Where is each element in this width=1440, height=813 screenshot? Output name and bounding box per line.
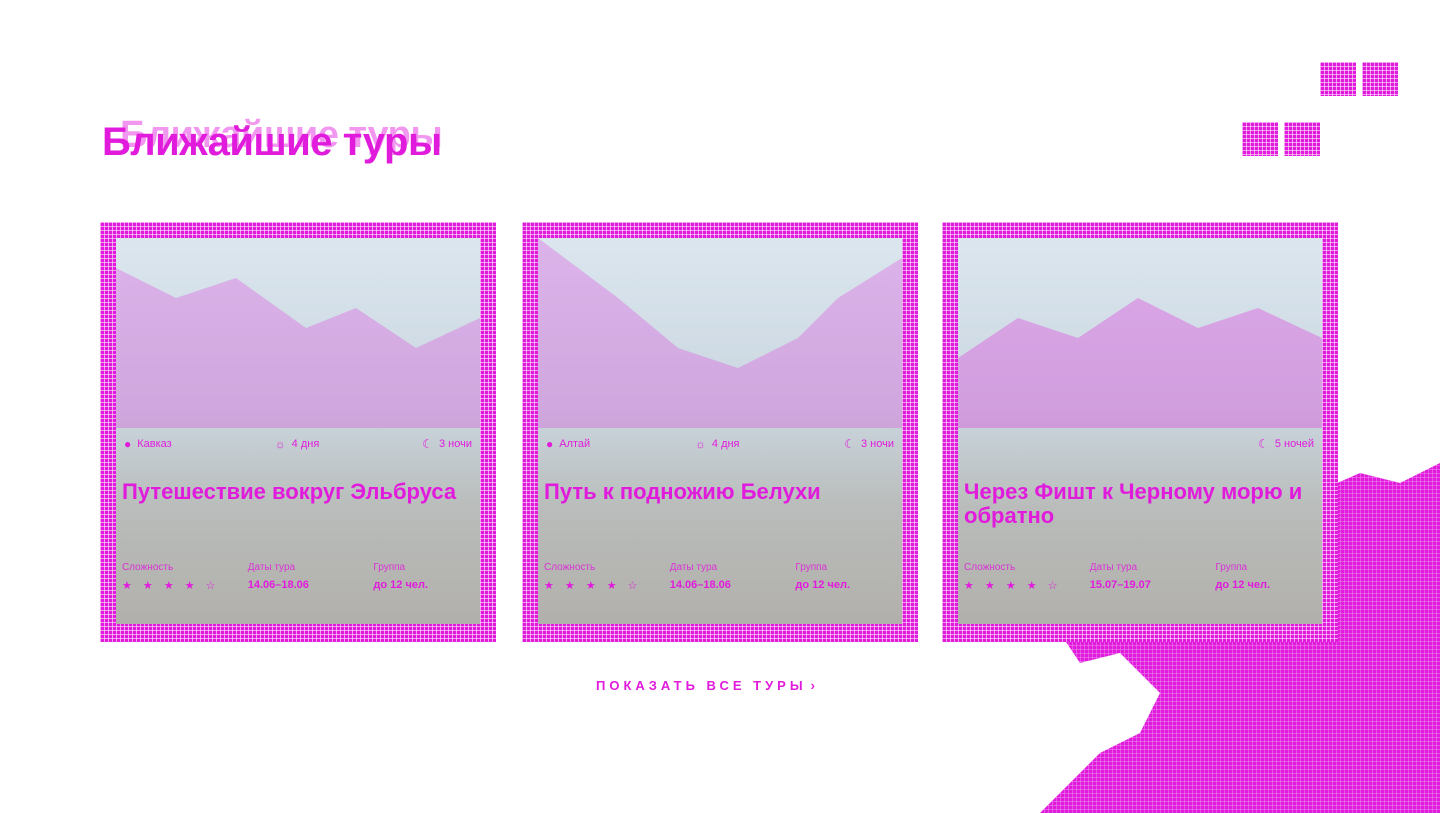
tour-dates: 14.06–18.06: [669, 579, 731, 591]
arrow-right-icon: ›: [1284, 131, 1320, 147]
duration-nights: ☾ 5 ночей: [1258, 437, 1314, 451]
tour-meta: ☾ 5 ночей: [966, 438, 1314, 450]
group-label: Группа: [373, 562, 406, 573]
moon-icon: ☾: [1258, 437, 1269, 451]
group-label: Группа: [795, 562, 828, 573]
dates-label: Даты тура: [669, 562, 718, 573]
next-button-secondary[interactable]: ›: [1284, 122, 1320, 156]
tour-title[interactable]: Путь к подножию Белухи: [544, 480, 894, 504]
tour-card[interactable]: ☾ 5 ночей Через Фишт к Черному морю и об…: [942, 222, 1338, 642]
prev-button[interactable]: ‹: [1320, 62, 1356, 96]
prev-button-secondary[interactable]: ‹: [1242, 122, 1278, 156]
location-pin-icon: ●: [546, 437, 554, 451]
dates-label: Даты тура: [1089, 562, 1138, 573]
region: ● Кавказ: [124, 437, 172, 451]
arrow-left-icon: ‹: [1320, 71, 1356, 87]
sun-icon: ☼: [274, 437, 286, 451]
group-label: Группа: [1215, 562, 1248, 573]
location-pin-icon: ●: [124, 437, 132, 451]
sun-icon: ☼: [694, 437, 706, 451]
tour-title[interactable]: Путешествие вокруг Эльбруса: [122, 480, 472, 504]
rating-stars: ★ ★ ★ ★ ☆: [544, 580, 642, 592]
tour-info: Сложность Даты тура Группа ★ ★ ★ ★ ☆ 14.…: [122, 562, 474, 592]
group-size: до 12 чел.: [795, 579, 851, 591]
duration-days: ☼ 4 дня: [694, 437, 740, 451]
duration-nights: ☾ 3 ночи: [422, 437, 472, 451]
tour-info: Сложность Даты тура Группа ★ ★ ★ ★ ☆ 15.…: [964, 562, 1316, 592]
show-all-tours-link[interactable]: ПОКАЗАТЬ ВСЕ ТУРЫ ›: [596, 678, 815, 693]
complexity-label: Сложность: [544, 562, 596, 573]
complexity-label: Сложность: [964, 562, 1016, 573]
rating-stars: ★ ★ ★ ★ ☆: [964, 580, 1062, 592]
group-size: до 12 чел.: [373, 579, 429, 591]
moon-icon: ☾: [422, 437, 433, 451]
arrow-left-icon: ‹: [1242, 131, 1278, 147]
tour-dates: 14.06–18.06: [247, 579, 309, 591]
tour-title[interactable]: Через Фишт к Черному морю и обратно: [964, 480, 1314, 528]
moon-icon: ☾: [844, 437, 855, 451]
tour-card[interactable]: ● Алтай ☼ 4 дня ☾ 3 ночи Путь к подножию…: [522, 222, 918, 642]
dates-label: Даты тура: [247, 562, 296, 573]
section-title: Ближайшие туры: [102, 120, 442, 164]
tour-meta: ● Алтай ☼ 4 дня ☾ 3 ночи: [546, 438, 894, 450]
next-button[interactable]: ›: [1362, 62, 1398, 96]
duration-days: ☼ 4 дня: [274, 437, 320, 451]
arrow-right-icon: ›: [1362, 71, 1398, 87]
tour-dates: 15.07–19.07: [1089, 579, 1151, 591]
complexity-label: Сложность: [122, 562, 174, 573]
group-size: до 12 чел.: [1215, 579, 1271, 591]
rating-stars: ★ ★ ★ ★ ☆: [122, 580, 220, 592]
tour-card[interactable]: ● Кавказ ☼ 4 дня ☾ 3 ночи Путешествие во…: [100, 222, 496, 642]
duration-nights: ☾ 3 ночи: [844, 437, 894, 451]
chevron-right-icon: ›: [810, 678, 815, 693]
mountain-shape: [538, 238, 902, 428]
mountain-shape: [958, 298, 1322, 428]
mountain-shape: [116, 268, 480, 428]
tour-info: Сложность Даты тура Группа ★ ★ ★ ★ ☆ 14.…: [544, 562, 896, 592]
tour-meta: ● Кавказ ☼ 4 дня ☾ 3 ночи: [124, 438, 472, 450]
region: ● Алтай: [546, 437, 591, 451]
